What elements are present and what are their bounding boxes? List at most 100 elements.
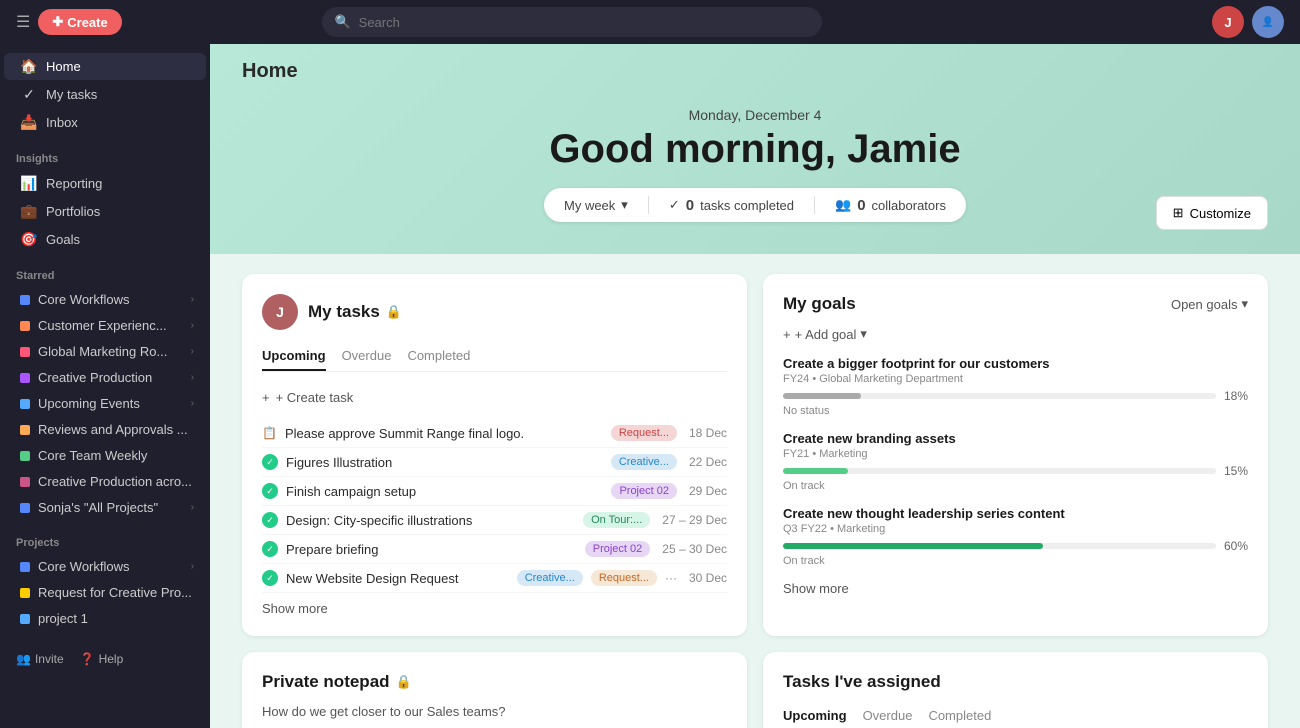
task-more-button[interactable]: ··· [665, 571, 677, 585]
folder-icon [20, 477, 30, 487]
show-more-tasks-button[interactable]: Show more [262, 601, 727, 616]
goals-header: My goals Open goals ▾ [783, 294, 1248, 314]
avatar[interactable]: J [1212, 6, 1244, 38]
tab-completed[interactable]: Completed [928, 702, 991, 728]
tab-overdue[interactable]: Overdue [863, 702, 913, 728]
tab-upcoming[interactable]: Upcoming [262, 342, 326, 371]
show-more-goals-button[interactable]: Show more [783, 581, 1248, 596]
invite-button[interactable]: 👥 Invite [16, 652, 64, 666]
sidebar-insights-section: Insights 📊 Reporting 💼 Portfolios 🎯 Goal… [0, 141, 210, 258]
sidebar-item-core-team-weekly[interactable]: Core Team Weekly [4, 443, 206, 468]
people-icon: 👥 [835, 197, 851, 213]
private-notepad-card: Private notepad 🔒 How do we get closer t… [242, 652, 747, 728]
task-checkbox[interactable]: ✓ [262, 512, 278, 528]
chevron-right-icon: › [191, 398, 194, 409]
task-row: ✓ Figures Illustration Creative... 22 De… [262, 448, 727, 477]
sidebar-item-core-workflows-proj[interactable]: Core Workflows › [4, 554, 206, 579]
projects-label: Projects [0, 533, 210, 553]
my-goals-card: My goals Open goals ▾ + + Add goal ▾ Cre… [763, 274, 1268, 636]
sidebar-item-creative-production-acro[interactable]: Creative Production acro... [4, 469, 206, 494]
avatar-secondary[interactable]: 👤 [1252, 6, 1284, 38]
sidebar-item-global-marketing[interactable]: Global Marketing Ro... › [4, 339, 206, 364]
create-task-button[interactable]: + + Create task [262, 384, 727, 411]
goals-icon: 🎯 [20, 231, 38, 248]
hamburger-icon[interactable]: ☰ [16, 12, 30, 32]
chevron-down-icon: ▾ [1241, 296, 1248, 312]
sidebar-item-request-creative-pro[interactable]: Request for Creative Pro... [4, 580, 206, 605]
chevron-right-icon: › [191, 346, 194, 357]
stats-bar: My week ▾ ✓ 0 tasks completed 👥 0 [544, 188, 966, 222]
task-checkbox[interactable]: ✓ [262, 570, 278, 586]
sidebar-item-project-1[interactable]: project 1 [4, 606, 206, 631]
my-tasks-tabs: Upcoming Overdue Completed [262, 342, 727, 372]
check-icon: ✓ [669, 197, 680, 213]
customize-icon: ⊞ [1173, 205, 1184, 221]
page-title: Home [242, 60, 1268, 83]
sidebar-item-inbox[interactable]: 📥 Inbox [4, 109, 206, 136]
task-tag[interactable]: Creative... [611, 454, 677, 470]
sidebar-item-upcoming-events[interactable]: Upcoming Events › [4, 391, 206, 416]
goals-title: My goals [783, 294, 856, 314]
invite-icon: 👥 [16, 652, 31, 666]
plus-icon: + [783, 327, 791, 342]
task-tag[interactable]: On Tour:... [583, 512, 650, 528]
greeting-date: Monday, December 4 [242, 107, 1268, 123]
task-checkbox[interactable]: ✓ [262, 483, 278, 499]
sidebar-item-sonjas-all-projects[interactable]: Sonja's "All Projects" › [4, 495, 206, 520]
progress-bar [783, 393, 1216, 399]
progress-bar [783, 468, 1216, 474]
greeting-main: Good morning, Jamie [242, 127, 1268, 172]
sidebar-item-my-tasks[interactable]: ✓ My tasks [4, 81, 206, 108]
sidebar-item-reporting[interactable]: 📊 Reporting [4, 170, 206, 197]
reporting-icon: 📊 [20, 175, 38, 192]
search-input[interactable] [359, 15, 811, 30]
my-tasks-title: My tasks 🔒 [308, 302, 402, 322]
sidebar-item-home[interactable]: 🏠 Home [4, 53, 206, 80]
sidebar-starred-section: Starred Core Workflows › Customer Experi… [0, 258, 210, 525]
portfolios-icon: 💼 [20, 203, 38, 220]
tab-overdue[interactable]: Overdue [342, 342, 392, 371]
task-checkbox[interactable]: ✓ [262, 454, 278, 470]
task-checkbox[interactable]: ✓ [262, 541, 278, 557]
notepad-content[interactable]: How do we get closer to our Sales teams? [262, 704, 727, 719]
cards-area: J My tasks 🔒 Upcoming Overdue Completed … [210, 254, 1300, 728]
task-tag[interactable]: Project 02 [611, 483, 677, 499]
sidebar-item-goals[interactable]: 🎯 Goals [4, 226, 206, 253]
inbox-icon: 📥 [20, 114, 38, 131]
folder-icon [20, 503, 30, 513]
my-tasks-card: J My tasks 🔒 Upcoming Overdue Completed … [242, 274, 747, 636]
search-bar[interactable]: 🔍 [322, 7, 822, 37]
open-goals-button[interactable]: Open goals ▾ [1171, 296, 1248, 312]
create-button[interactable]: ✚ Create [38, 9, 121, 35]
chevron-right-icon: › [191, 561, 194, 572]
progress-bar [783, 543, 1216, 549]
card-header: J My tasks 🔒 [262, 294, 727, 330]
goal-footer: 18% [783, 389, 1248, 403]
folder-icon [20, 399, 30, 409]
topbar: ☰ ✚ Create 🔍 J 👤 [0, 0, 1300, 44]
divider [648, 196, 649, 214]
add-goal-button[interactable]: + + Add goal ▾ [783, 326, 1248, 342]
customize-button[interactable]: ⊞ Customize [1156, 196, 1268, 230]
tab-upcoming[interactable]: Upcoming [783, 702, 847, 728]
help-button[interactable]: ❓ Help [80, 652, 124, 666]
sidebar-item-reviews-approvals[interactable]: Reviews and Approvals ... [4, 417, 206, 442]
task-row: ✓ Finish campaign setup Project 02 29 De… [262, 477, 727, 506]
week-selector[interactable]: My week ▾ [564, 197, 628, 213]
home-icon: 🏠 [20, 58, 38, 75]
task-tag[interactable]: Project 02 [585, 541, 651, 557]
greeting-section: Monday, December 4 Good morning, Jamie M… [242, 99, 1268, 230]
notepad-title: Private notepad [262, 672, 390, 692]
task-tag[interactable]: Request... [611, 425, 677, 441]
notepad-header: Private notepad 🔒 [262, 672, 727, 692]
sidebar-item-core-workflows[interactable]: Core Workflows › [4, 287, 206, 312]
sidebar-item-customer-experience[interactable]: Customer Experienc... › [4, 313, 206, 338]
sidebar-item-portfolios[interactable]: 💼 Portfolios [4, 198, 206, 225]
task-tag[interactable]: Request... [591, 570, 657, 586]
task-row: ✓ Design: City-specific illustrations On… [262, 506, 727, 535]
sidebar-item-creative-production[interactable]: Creative Production › [4, 365, 206, 390]
chevron-down-icon: ▾ [621, 197, 628, 213]
task-tag[interactable]: Creative... [517, 570, 583, 586]
tasks-assigned-title: Tasks I've assigned [783, 672, 1248, 692]
tab-completed[interactable]: Completed [407, 342, 470, 371]
